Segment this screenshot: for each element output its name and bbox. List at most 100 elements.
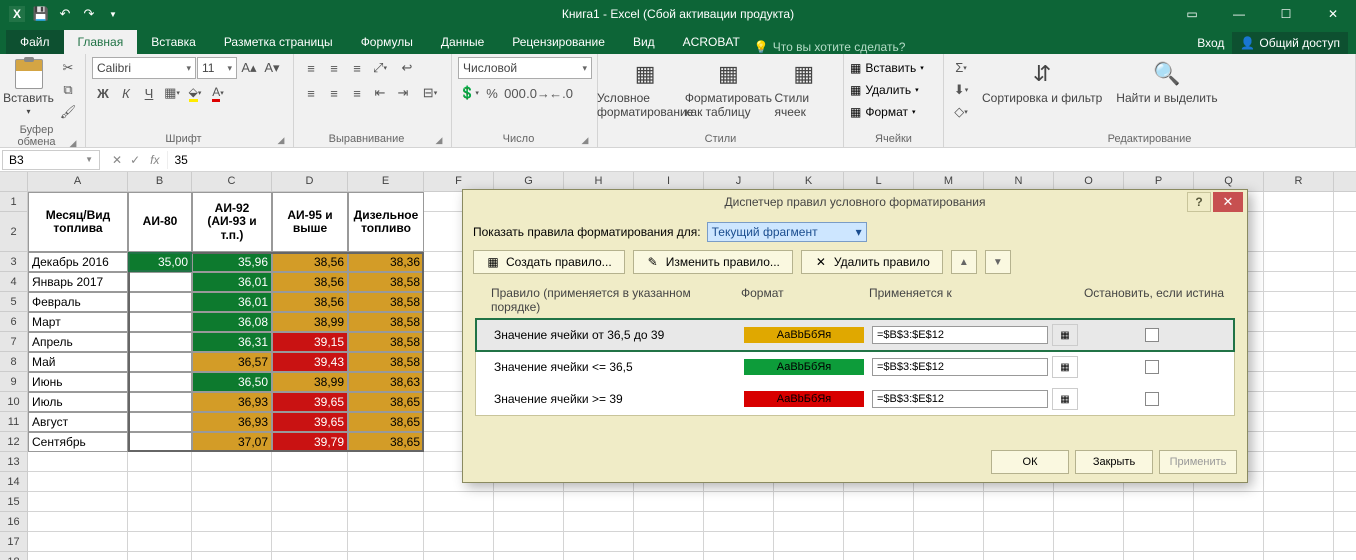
- cell[interactable]: [634, 492, 704, 512]
- cell[interactable]: [564, 512, 634, 532]
- cell[interactable]: [844, 492, 914, 512]
- cell[interactable]: [1124, 512, 1194, 532]
- range-picker-icon[interactable]: ▦: [1052, 388, 1078, 410]
- fill-icon[interactable]: ⬇▾: [950, 79, 972, 100]
- tab-formulas[interactable]: Формулы: [347, 30, 427, 54]
- cell[interactable]: [1264, 472, 1334, 492]
- range-picker-icon[interactable]: ▦: [1052, 356, 1078, 378]
- cell[interactable]: [272, 552, 348, 560]
- range-picker-icon[interactable]: ▦: [1052, 324, 1078, 346]
- cell[interactable]: Дизельное топливо: [348, 192, 424, 252]
- cell[interactable]: [774, 532, 844, 552]
- row-header[interactable]: 1: [0, 192, 28, 212]
- cell[interactable]: [128, 552, 192, 560]
- name-box[interactable]: B3▼: [2, 150, 100, 170]
- cell[interactable]: [1264, 532, 1334, 552]
- cell[interactable]: [1264, 552, 1334, 560]
- align-center-icon[interactable]: ≡: [323, 82, 345, 104]
- cell[interactable]: 36,93: [192, 412, 272, 432]
- row-header[interactable]: 9: [0, 372, 28, 392]
- cell[interactable]: [348, 552, 424, 560]
- cell[interactable]: [564, 552, 634, 560]
- cell[interactable]: [128, 292, 192, 312]
- cell[interactable]: Январь 2017: [28, 272, 128, 292]
- cell[interactable]: 38,58: [348, 332, 424, 352]
- paste-button[interactable]: Вставить▾: [6, 57, 51, 118]
- cell[interactable]: [1264, 452, 1334, 472]
- cell[interactable]: [1194, 552, 1264, 560]
- cell[interactable]: [704, 512, 774, 532]
- cell[interactable]: [494, 492, 564, 512]
- dialog-help-icon[interactable]: ?: [1187, 192, 1211, 212]
- cell[interactable]: 38,65: [348, 392, 424, 412]
- cell[interactable]: [984, 532, 1054, 552]
- cell[interactable]: 36,01: [192, 272, 272, 292]
- enter-formula-icon[interactable]: ✓: [130, 153, 140, 167]
- align-middle-icon[interactable]: ≡: [323, 57, 345, 79]
- autosum-icon[interactable]: Σ▾: [950, 57, 972, 78]
- shrink-font-icon[interactable]: A▾: [261, 57, 283, 79]
- cell[interactable]: [28, 472, 128, 492]
- cell[interactable]: [914, 552, 984, 560]
- cell[interactable]: [914, 492, 984, 512]
- cell[interactable]: 38,99: [272, 372, 348, 392]
- edit-rule-button[interactable]: ✎Изменить правило...: [633, 250, 793, 274]
- cell[interactable]: [704, 532, 774, 552]
- align-bottom-icon[interactable]: ≡: [346, 57, 368, 79]
- cell[interactable]: [1334, 372, 1356, 392]
- cell[interactable]: [1124, 552, 1194, 560]
- row-header[interactable]: 8: [0, 352, 28, 372]
- cell[interactable]: [1334, 392, 1356, 412]
- tab-layout[interactable]: Разметка страницы: [210, 30, 347, 54]
- border-icon[interactable]: ▦▾: [161, 82, 183, 104]
- tab-insert[interactable]: Вставка: [137, 30, 210, 54]
- cell[interactable]: [128, 332, 192, 352]
- cell[interactable]: 38,56: [272, 252, 348, 272]
- conditional-format-button[interactable]: ▦Условное форматирование: [604, 57, 686, 121]
- cell[interactable]: [634, 512, 704, 532]
- delete-rule-button[interactable]: ✕Удалить правило: [801, 250, 943, 274]
- cell[interactable]: [424, 552, 494, 560]
- cell[interactable]: [634, 552, 704, 560]
- rule-row[interactable]: Значение ячейки >= 39 АаВbБбЯя =$B$3:$E$…: [476, 383, 1234, 415]
- bold-button[interactable]: Ж: [92, 82, 114, 104]
- cell[interactable]: [1334, 412, 1356, 432]
- move-rule-down-button[interactable]: ▼: [985, 250, 1011, 274]
- show-rules-for-select[interactable]: Текущий фрагмент▾: [707, 222, 867, 242]
- grow-font-icon[interactable]: A▴: [238, 57, 260, 79]
- col-header[interactable]: S: [1334, 172, 1356, 192]
- cell[interactable]: [1194, 492, 1264, 512]
- cell[interactable]: АИ-92 (АИ-93 и т.п.): [192, 192, 272, 252]
- font-size-combo[interactable]: 11▾: [197, 57, 237, 79]
- cell[interactable]: [424, 532, 494, 552]
- indent-dec-icon[interactable]: ⇤: [369, 82, 391, 104]
- cell[interactable]: Декабрь 2016: [28, 252, 128, 272]
- dialog-apply-button[interactable]: Применить: [1159, 450, 1237, 474]
- cell[interactable]: Июнь: [28, 372, 128, 392]
- align-left-icon[interactable]: ≡: [300, 82, 322, 104]
- col-header[interactable]: C: [192, 172, 272, 192]
- row-header[interactable]: 18: [0, 552, 28, 560]
- cell[interactable]: [1264, 212, 1334, 252]
- cell[interactable]: [192, 472, 272, 492]
- cell[interactable]: Август: [28, 412, 128, 432]
- save-icon[interactable]: 💾: [30, 3, 52, 25]
- format-painter-icon[interactable]: 🖌: [57, 102, 79, 123]
- cell[interactable]: 36,08: [192, 312, 272, 332]
- cell[interactable]: [1194, 532, 1264, 552]
- cell[interactable]: [128, 532, 192, 552]
- format-as-table-button[interactable]: ▦Форматировать как таблицу: [692, 57, 764, 121]
- cell[interactable]: [128, 412, 192, 432]
- tab-review[interactable]: Рецензирование: [498, 30, 619, 54]
- cell[interactable]: 35,96: [192, 252, 272, 272]
- cell[interactable]: [634, 532, 704, 552]
- cell[interactable]: 38,58: [348, 292, 424, 312]
- fill-color-icon[interactable]: ⬙▾: [184, 82, 206, 104]
- cell[interactable]: [1334, 472, 1356, 492]
- cell[interactable]: [192, 552, 272, 560]
- col-header[interactable]: A: [28, 172, 128, 192]
- rule-range-input[interactable]: =$B$3:$E$12: [872, 358, 1048, 376]
- cell[interactable]: Март: [28, 312, 128, 332]
- row-header[interactable]: 10: [0, 392, 28, 412]
- cell[interactable]: [348, 512, 424, 532]
